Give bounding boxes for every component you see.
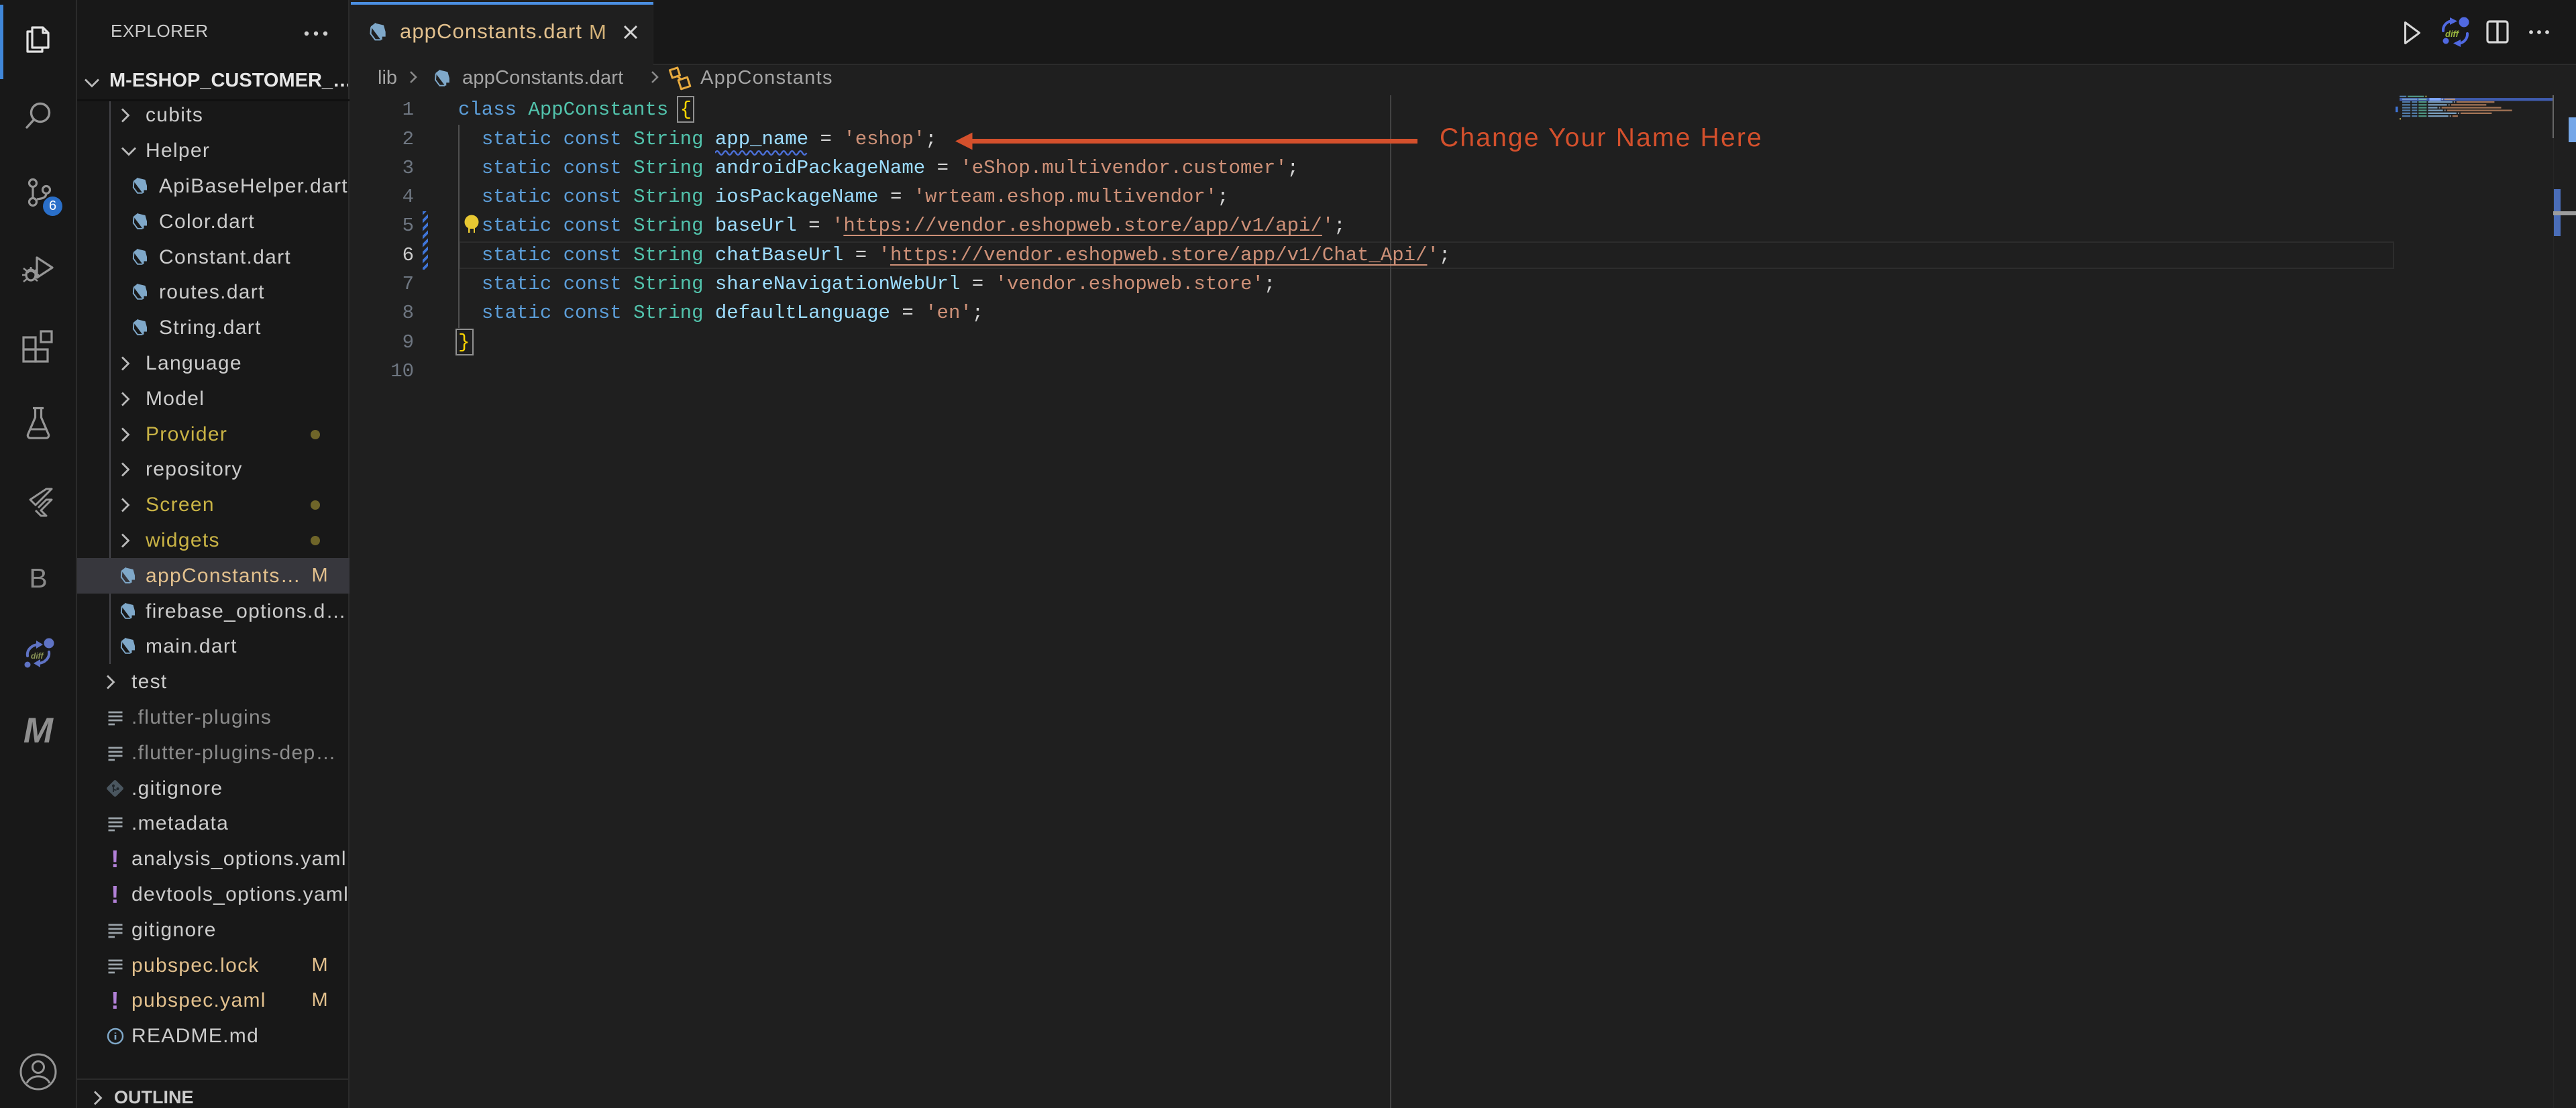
svg-text:diff: diff — [2445, 29, 2460, 39]
svg-text:diff: diff — [31, 651, 44, 661]
